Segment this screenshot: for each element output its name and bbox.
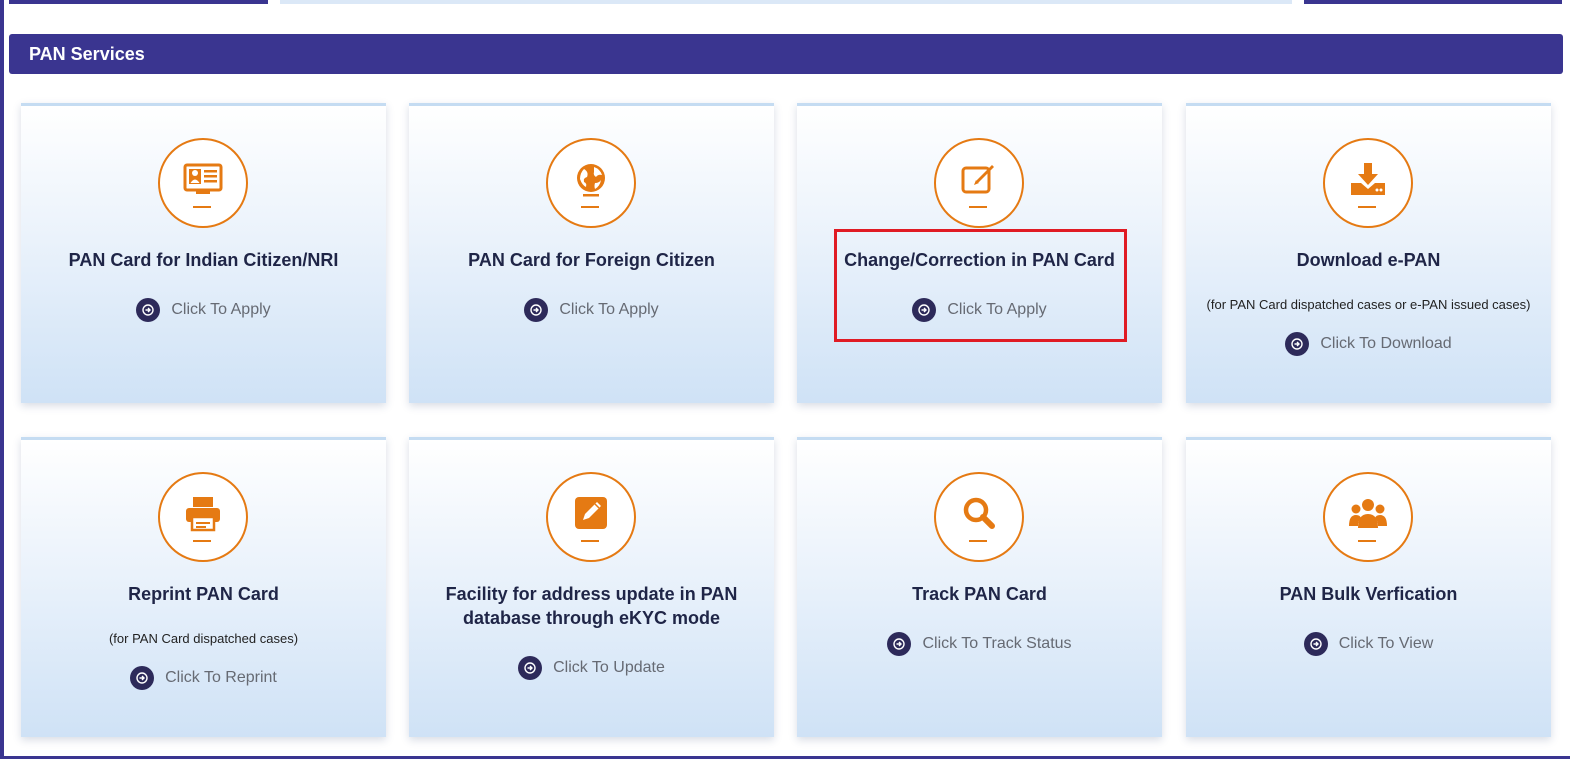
apply-link[interactable]: Click To Apply [21,298,386,322]
action-label: Click To Reprint [165,669,277,686]
icon-underline [1358,206,1376,208]
users-icon [1323,472,1413,562]
top-tab-indicator-left [9,0,268,4]
pencil-square-icon [546,472,636,562]
card-title: Track PAN Card [912,584,1047,604]
arrow-circle-icon [524,298,549,322]
card-title: Change/Correction in PAN Card [844,250,1115,270]
card-reprint-pan: Reprint PAN Card (for PAN Card dispatche… [21,437,386,737]
icon-underline [969,540,987,542]
top-tab-indicator-middle [280,0,1292,4]
card-title: PAN Card for Foreign Citizen [468,250,715,270]
download-icon [1323,138,1413,228]
arrow-circle-icon [136,298,161,322]
apply-link[interactable]: Click To Apply [409,298,774,322]
card-note: (for PAN Card dispatched cases) [108,631,299,646]
card-address-update-ekyc: Facility for address update in PAN datab… [409,437,774,737]
icon-underline [193,206,211,208]
section-header: PAN Services [9,34,1563,74]
icon-underline [581,206,599,208]
card-pan-bulk-verification: PAN Bulk Verfication Click To View [1186,437,1551,737]
globe-icon [546,138,636,228]
arrow-circle-icon [1303,632,1328,656]
view-link[interactable]: Click To View [1186,632,1551,656]
top-tab-indicator-right [1304,0,1562,4]
arrow-circle-icon [912,298,937,322]
card-title-line-2: database through eKYC mode [462,608,721,628]
icon-underline [1358,540,1376,542]
card-title: Reprint PAN Card [128,584,279,604]
apply-link[interactable]: Click To Apply [797,298,1162,322]
card-title-line-1: Facility for address update in PAN [445,584,738,604]
card-title: PAN Card for Indian Citizen/NRI [68,250,339,270]
reprint-link[interactable]: Click To Reprint [21,666,386,690]
page-left-border [0,0,4,759]
arrow-circle-icon [518,656,543,680]
card-title: PAN Bulk Verfication [1279,584,1458,604]
download-link[interactable]: Click To Download [1186,332,1551,356]
section-title: PAN Services [29,43,145,64]
card-track-pan: Track PAN Card Click To Track Status [797,437,1162,737]
track-status-link[interactable]: Click To Track Status [797,632,1162,656]
action-label: Click To Apply [559,301,659,318]
icon-underline [581,540,599,542]
action-label: Click To Download [1320,335,1452,352]
icon-underline [969,206,987,208]
card-note: (for PAN Card dispatched cases or e-PAN … [1206,297,1531,312]
arrow-circle-icon [1285,332,1310,356]
card-download-epan: Download e-PAN (for PAN Card dispatched … [1186,103,1551,403]
id-card-icon [158,138,248,228]
icon-underline [193,540,211,542]
update-link[interactable]: Click To Update [409,656,774,680]
card-change-correction: Change/Correction in PAN Card Click To A… [797,103,1162,403]
edit-icon [934,138,1024,228]
card-pan-indian-citizen: PAN Card for Indian Citizen/NRI Click To… [21,103,386,403]
action-label: Click To Update [553,659,665,676]
card-pan-foreign-citizen: PAN Card for Foreign Citizen Click To Ap… [409,103,774,403]
card-title: Download e-PAN [1296,250,1441,270]
printer-icon [158,472,248,562]
action-label: Click To Apply [947,301,1047,318]
card-title: Facility for address update in PAN datab… [409,582,774,630]
action-label: Click To Track Status [922,635,1072,652]
arrow-circle-icon [130,666,155,690]
action-label: Click To Apply [171,301,271,318]
action-label: Click To View [1338,635,1434,652]
arrow-circle-icon [887,632,912,656]
search-icon [934,472,1024,562]
